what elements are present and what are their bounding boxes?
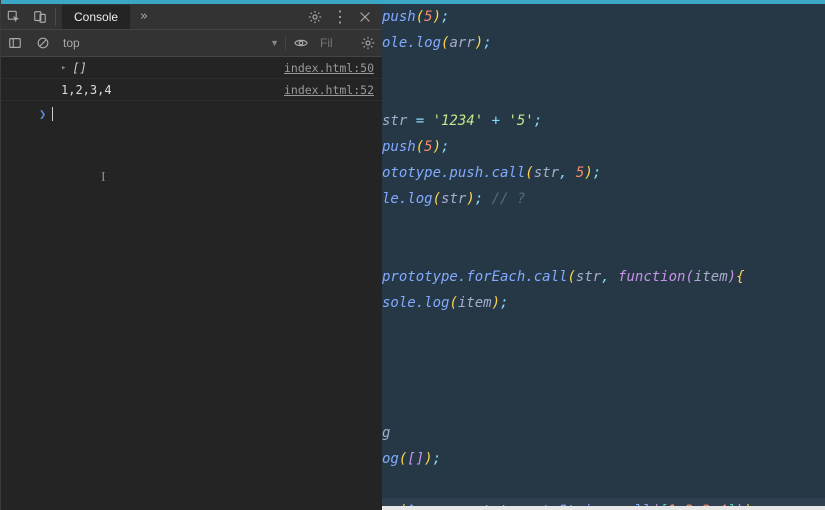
text-caret bbox=[52, 107, 53, 121]
device-icon[interactable] bbox=[27, 10, 53, 24]
code-editor[interactable]: push(5);ole.log(arr); str = '1234' + '5'… bbox=[382, 0, 825, 510]
context-selector[interactable]: top ▼ bbox=[57, 36, 286, 50]
code-line[interactable]: ototype.push.call(str, 5); bbox=[382, 160, 825, 186]
log-value: [] bbox=[72, 61, 86, 75]
tabs-overflow-icon[interactable]: » bbox=[130, 9, 158, 24]
code-line[interactable] bbox=[382, 212, 825, 238]
devtools-tabbar: Console » ⋮ bbox=[1, 4, 382, 30]
expand-icon[interactable]: ▸ bbox=[61, 63, 66, 73]
code-line[interactable]: le.log(str); // ? bbox=[382, 186, 825, 212]
code-line[interactable] bbox=[382, 368, 825, 394]
code-line[interactable]: og([]); bbox=[382, 446, 825, 472]
console-log-row[interactable]: 1,2,3,4 index.html:52 bbox=[1, 79, 382, 101]
code-line[interactable] bbox=[382, 472, 825, 498]
code-line[interactable]: str = '1234' + '5'; bbox=[382, 108, 825, 134]
separator bbox=[55, 8, 56, 26]
code-line[interactable]: push(5); bbox=[382, 4, 825, 30]
console-prompt[interactable]: ❯ bbox=[1, 101, 382, 123]
console-toolbar: top ▼ bbox=[1, 30, 382, 57]
filter-input[interactable] bbox=[316, 36, 354, 50]
clear-console-icon[interactable] bbox=[29, 36, 57, 50]
inspect-icon[interactable] bbox=[1, 10, 27, 24]
code-line[interactable] bbox=[382, 238, 825, 264]
prompt-chevron-icon: ❯ bbox=[19, 107, 46, 121]
gear-icon[interactable] bbox=[308, 10, 322, 24]
code-line[interactable] bbox=[382, 316, 825, 342]
code-line[interactable]: prototype.forEach.call(str, function(ite… bbox=[382, 264, 825, 290]
code-line[interactable] bbox=[382, 342, 825, 368]
chevron-down-icon: ▼ bbox=[270, 38, 279, 48]
log-value: 1,2,3,4 bbox=[19, 83, 112, 97]
code-line[interactable] bbox=[382, 56, 825, 82]
close-icon[interactable] bbox=[358, 10, 372, 24]
sidebar-toggle-icon[interactable] bbox=[1, 36, 29, 50]
ibeam-cursor-icon: I bbox=[101, 170, 106, 186]
source-link[interactable]: index.html:52 bbox=[284, 83, 374, 97]
code-line[interactable]: push(5); bbox=[382, 134, 825, 160]
context-label: top bbox=[63, 36, 80, 50]
console-output: ▸ [] index.html:50 1,2,3,4 index.html:52… bbox=[1, 57, 382, 510]
kebab-icon[interactable]: ⋮ bbox=[332, 12, 348, 22]
source-link[interactable]: index.html:50 bbox=[284, 61, 374, 75]
code-line[interactable]: ole.log(arr); bbox=[382, 30, 825, 56]
devtools-panel: Console » ⋮ top ▼ bbox=[0, 0, 382, 510]
code-line[interactable]: g bbox=[382, 420, 825, 446]
live-expression-icon[interactable] bbox=[286, 36, 316, 50]
console-settings-icon[interactable] bbox=[354, 36, 382, 50]
tab-console[interactable]: Console bbox=[62, 5, 130, 29]
bottom-edge bbox=[382, 506, 825, 510]
console-log-row[interactable]: ▸ [] index.html:50 bbox=[1, 57, 382, 79]
code-line[interactable] bbox=[382, 82, 825, 108]
code-line[interactable] bbox=[382, 394, 825, 420]
code-line[interactable]: sole.log(item); bbox=[382, 290, 825, 316]
